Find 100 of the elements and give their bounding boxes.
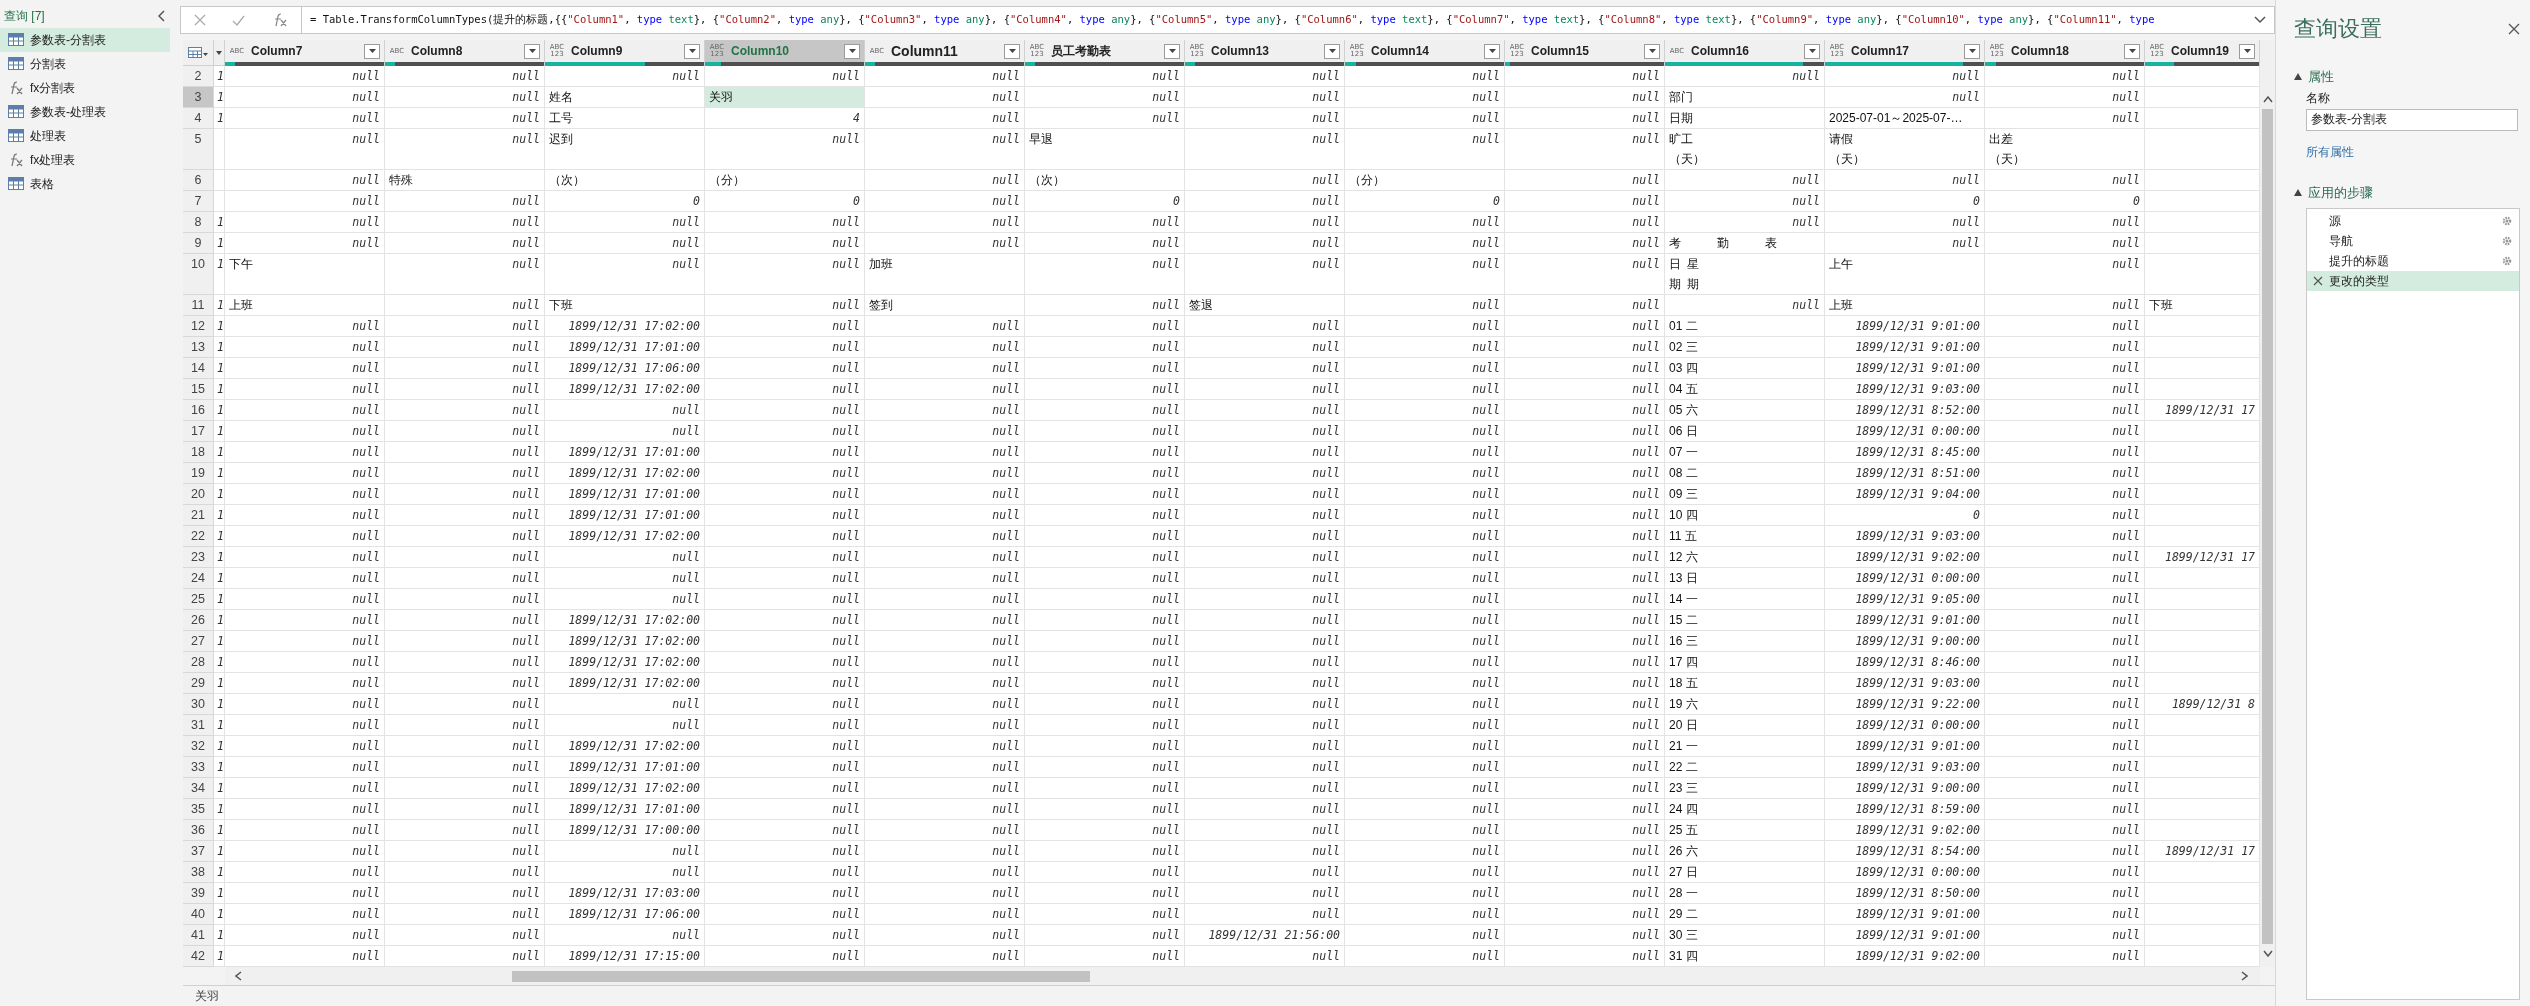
- table-cell: null: [1185, 799, 1345, 820]
- table-cell: null: [705, 778, 865, 799]
- table-cell: null: [385, 87, 545, 108]
- table-cell: null: [705, 673, 865, 694]
- table-cell: null: [1025, 254, 1185, 295]
- table-cell: null: [225, 631, 385, 652]
- table-icon: [8, 33, 24, 47]
- table-cell: 02 三: [1665, 337, 1825, 358]
- settings-icon[interactable]: [2501, 235, 2513, 247]
- query-item[interactable]: fx分割表: [0, 76, 170, 100]
- row-number: 33: [183, 757, 214, 778]
- expand-icon[interactable]: [2254, 16, 2266, 24]
- settings-icon[interactable]: [2501, 255, 2513, 267]
- collapse-triangle-icon[interactable]: [2294, 188, 2302, 196]
- table-cell: 加班: [865, 254, 1025, 295]
- collapse-icon[interactable]: [158, 10, 166, 22]
- scroll-thumb[interactable]: [2262, 109, 2273, 944]
- check-icon[interactable]: [232, 14, 246, 26]
- table-cell: null: [1025, 316, 1185, 337]
- table-cell: 1: [214, 652, 225, 673]
- filter-button[interactable]: [684, 43, 700, 59]
- table-cell: null: [1185, 170, 1345, 191]
- table-cell: null: [385, 883, 545, 904]
- applied-step[interactable]: 提升的标题: [2307, 251, 2519, 271]
- row-number: 23: [183, 547, 214, 568]
- table-cell: null: [385, 108, 545, 129]
- caret-icon[interactable]: [216, 50, 222, 55]
- table-cell: 24 四: [1665, 799, 1825, 820]
- table-cell: null: [1985, 673, 2145, 694]
- applied-step[interactable]: 源: [2307, 211, 2519, 231]
- table-cell: null: [1185, 233, 1345, 254]
- filter-button[interactable]: [1644, 43, 1660, 59]
- row-number: 20: [183, 484, 214, 505]
- table-cell: null: [1345, 904, 1505, 925]
- applied-step[interactable]: 更改的类型: [2307, 271, 2519, 291]
- filter-button[interactable]: [524, 43, 540, 59]
- table-cell: 1: [214, 694, 225, 715]
- table-cell: 10 四: [1665, 505, 1825, 526]
- scroll-up-icon[interactable]: [2262, 96, 2273, 103]
- table-cell: null: [705, 736, 865, 757]
- filter-button[interactable]: [2124, 43, 2140, 59]
- table-cell: null: [385, 652, 545, 673]
- query-item[interactable]: 表格: [0, 172, 170, 196]
- table-cell: null: [1505, 379, 1665, 400]
- name-field[interactable]: 参数表-分割表: [2306, 108, 2518, 131]
- table-cell: null: [1025, 337, 1185, 358]
- table-cell: null: [545, 400, 705, 421]
- table-cell: 1: [214, 610, 225, 631]
- query-item[interactable]: fx处理表: [0, 148, 170, 172]
- filter-button[interactable]: [1964, 43, 1980, 59]
- filter-button[interactable]: [2239, 43, 2255, 59]
- table-cell: 1899/12/31 9:03:00: [1825, 673, 1985, 694]
- table-cell: 1: [214, 87, 225, 108]
- scroll-down-icon[interactable]: [2262, 950, 2273, 957]
- row-number: 2: [183, 66, 214, 87]
- table-cell: null: [1985, 66, 2145, 87]
- table-cell: null: [865, 673, 1025, 694]
- scroll-right-icon[interactable]: [2241, 971, 2248, 981]
- table-cell: null: [1985, 233, 2145, 254]
- table-cell: null: [385, 799, 545, 820]
- query-item[interactable]: 参数表-分割表: [0, 28, 170, 52]
- filter-button[interactable]: [1004, 43, 1020, 59]
- table-cell: null: [385, 631, 545, 652]
- row-number: 34: [183, 778, 214, 799]
- query-item[interactable]: 分割表: [0, 52, 170, 76]
- filter-button[interactable]: [1484, 43, 1500, 59]
- close-icon[interactable]: [2508, 22, 2520, 35]
- applied-step[interactable]: 导航: [2307, 231, 2519, 251]
- all-properties-link[interactable]: 所有属性: [2306, 142, 2354, 161]
- table-cell: null: [1185, 589, 1345, 610]
- query-item[interactable]: 参数表-处理表: [0, 100, 170, 124]
- table-cell: null: [1505, 610, 1665, 631]
- query-item[interactable]: 处理表: [0, 124, 170, 148]
- filter-button[interactable]: [364, 43, 380, 59]
- caret-icon: [1168, 49, 1176, 53]
- filter-button[interactable]: [1324, 43, 1340, 59]
- row-number: 3: [183, 87, 214, 108]
- scroll-left-icon[interactable]: [235, 971, 242, 981]
- filter-button[interactable]: [1164, 43, 1180, 59]
- table-cell: 1899/12/31 9:03:00: [1825, 526, 1985, 547]
- delete-icon[interactable]: [2313, 276, 2323, 286]
- table-cell: null: [225, 379, 385, 400]
- table-cell: null: [545, 841, 705, 862]
- table-cell: 0: [1985, 191, 2145, 212]
- scroll-thumb[interactable]: [512, 970, 1090, 982]
- table-cell: null: [385, 254, 545, 295]
- table-cell: 0: [545, 191, 705, 212]
- filter-button[interactable]: [1804, 43, 1820, 59]
- table-cell: null: [1185, 463, 1345, 484]
- table-cell: null: [705, 421, 865, 442]
- filter-button[interactable]: [844, 43, 860, 59]
- collapse-triangle-icon[interactable]: [2294, 73, 2302, 81]
- table-cell: 1: [214, 400, 225, 421]
- settings-icon[interactable]: [2501, 215, 2513, 227]
- table-cell: null: [1185, 547, 1345, 568]
- table-cell: null: [225, 66, 385, 87]
- table-cell: 1: [214, 337, 225, 358]
- table-cell: 1899/12/31 17:01:00: [545, 484, 705, 505]
- table-cell: null: [865, 547, 1025, 568]
- caret-icon: [1648, 49, 1656, 53]
